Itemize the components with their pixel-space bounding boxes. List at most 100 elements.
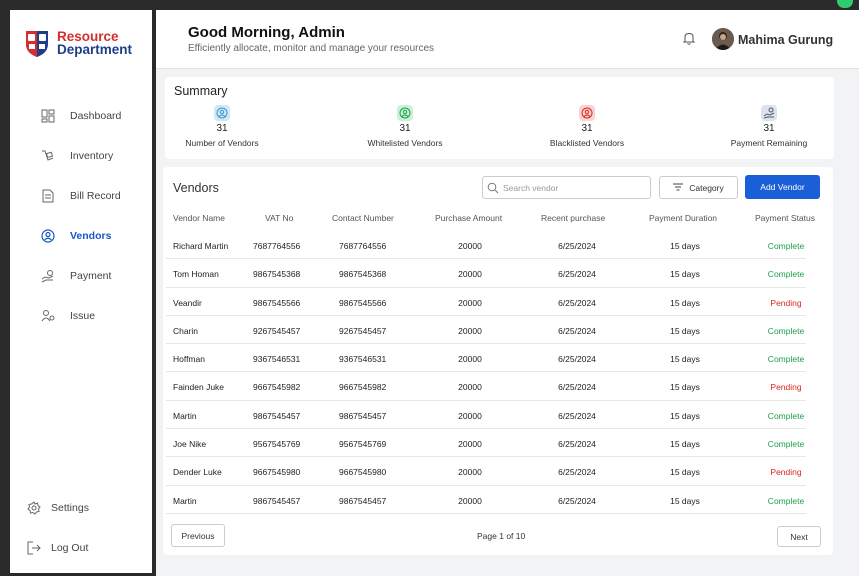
duration-cell: 15 days bbox=[670, 241, 700, 251]
status-badge: Complete bbox=[767, 354, 805, 365]
table-row[interactable]: Martin 9867545457 9867545457 20000 6/25/2024… bbox=[166, 401, 806, 430]
sidebar-item-inventory[interactable]: Inventory bbox=[40, 136, 121, 176]
user-name[interactable]: Mahima Gurung bbox=[738, 33, 833, 47]
status-badge: Pending bbox=[770, 297, 802, 308]
sidebar-item-settings[interactable]: Settings bbox=[26, 488, 89, 528]
amount-cell: 20000 bbox=[458, 325, 482, 336]
contact-cell: 9867545457 bbox=[339, 495, 387, 506]
vendor-name-cell: Martin bbox=[173, 495, 197, 506]
search-input[interactable]: Search vendor bbox=[482, 176, 651, 199]
table-header: Vendor Name VAT No Contact Number Purcha… bbox=[163, 213, 833, 227]
status-badge: Pending bbox=[770, 382, 802, 393]
vat-cell: 7687764556 bbox=[253, 241, 301, 251]
stat-label: Whitelisted Vendors bbox=[367, 138, 443, 148]
contact-cell: 9867545368 bbox=[339, 269, 387, 280]
sidebar-item-logout[interactable]: Log Out bbox=[26, 528, 89, 568]
contact-cell: 9867545566 bbox=[339, 297, 387, 308]
duration-cell: 15 days bbox=[670, 410, 700, 421]
add-vendor-button[interactable]: Add Vendor bbox=[745, 175, 820, 199]
brand-line2: Department bbox=[57, 42, 133, 57]
brand[interactable]: Resource Department bbox=[24, 28, 132, 58]
date-cell: 6/25/2024 bbox=[558, 495, 596, 506]
table-row[interactable]: Tom Homan 9867545368 9867545368 20000 6/25/2… bbox=[166, 259, 806, 288]
page-subtitle: Efficiently allocate, monitor and manage… bbox=[188, 43, 435, 54]
window-top-strip bbox=[0, 0, 859, 10]
sidebar-item-label: Vendors bbox=[70, 230, 112, 242]
sidebar-item-payment[interactable]: Payment bbox=[40, 256, 121, 296]
amount-cell: 20000 bbox=[458, 297, 482, 308]
table-row[interactable]: Fainden Juke 9667545982 9667545982 20000 6/2… bbox=[166, 372, 806, 401]
amount-cell: 20000 bbox=[458, 382, 482, 393]
amount-cell: 20000 bbox=[458, 354, 482, 365]
bell-icon[interactable] bbox=[682, 32, 696, 50]
vendor-name-cell: Martin bbox=[173, 410, 197, 421]
vendor-name-cell: Veandir bbox=[173, 297, 202, 308]
payment-stat-icon bbox=[761, 105, 777, 121]
top-header: Good Morning, Admin Efficiently allocate… bbox=[156, 10, 859, 69]
stat-value: 31 bbox=[763, 123, 775, 134]
amount-cell: 20000 bbox=[458, 439, 482, 450]
amount-cell: 20000 bbox=[458, 410, 482, 421]
stat-value: 31 bbox=[581, 123, 593, 134]
column-header: Vendor Name bbox=[173, 213, 225, 223]
vat-cell: 9867545368 bbox=[253, 269, 301, 280]
sidebar-item-vendors[interactable]: Vendors bbox=[40, 216, 121, 256]
sidebar-item-dashboard[interactable]: Dashboard bbox=[40, 96, 121, 136]
vat-cell: 9267545457 bbox=[253, 325, 301, 336]
summary-title: Summary bbox=[174, 84, 228, 98]
sidebar-item-bill-record[interactable]: Bill Record bbox=[40, 176, 121, 216]
gear-icon bbox=[26, 500, 42, 516]
total-pages: 10 bbox=[515, 531, 526, 541]
previous-button[interactable]: Previous bbox=[171, 524, 225, 547]
stat-label: Payment Remaining bbox=[730, 138, 808, 148]
table-row[interactable]: Veandir 9867545566 9867545566 20000 6/25/202… bbox=[166, 288, 806, 316]
stat-blacklisted-vendors: 31 Blacklisted Vendors bbox=[532, 105, 642, 148]
contact-cell: 9667545980 bbox=[339, 467, 387, 478]
duration-cell: 15 days bbox=[670, 439, 700, 450]
sidebar-item-issue[interactable]: Issue bbox=[40, 296, 121, 336]
status-badge: Complete bbox=[767, 439, 805, 450]
vendor-name-cell: Richard Martin bbox=[173, 241, 229, 251]
duration-cell: 15 days bbox=[670, 467, 700, 478]
duration-cell: 15 days bbox=[670, 495, 700, 506]
vat-cell: 9867545566 bbox=[253, 297, 301, 308]
payment-icon bbox=[40, 268, 56, 284]
whitelisted-stat-icon bbox=[397, 105, 413, 121]
duration-cell: 15 days bbox=[670, 354, 700, 365]
table-row[interactable]: Joe Nike 9567545769 9567545769 20000 6/25/20… bbox=[166, 429, 806, 458]
column-header: Recent purchase bbox=[541, 213, 606, 223]
sidebar-nav: Dashboard Inventory Bill Record Vendors … bbox=[40, 96, 121, 336]
category-filter-button[interactable]: Category bbox=[659, 176, 738, 199]
avatar[interactable] bbox=[712, 28, 734, 50]
date-cell: 6/25/2024 bbox=[558, 410, 596, 421]
vat-cell: 9867545457 bbox=[253, 410, 301, 421]
status-badge: Pending bbox=[770, 467, 802, 478]
column-header: Payment Status bbox=[755, 213, 816, 223]
table-row[interactable]: Hoffman 9367546531 9367546531 20000 6/25/202… bbox=[166, 344, 806, 373]
status-badge: Complete bbox=[767, 325, 805, 336]
status-badge: Complete bbox=[767, 241, 805, 251]
status-badge: Complete bbox=[767, 269, 805, 280]
column-header: VAT No bbox=[265, 213, 294, 223]
table-row[interactable]: Charin 9267545457 9267545457 20000 6/25/2024… bbox=[166, 316, 806, 345]
next-button[interactable]: Next bbox=[777, 526, 821, 547]
vat-cell: 9667545980 bbox=[253, 467, 301, 478]
stat-value: 31 bbox=[399, 123, 411, 134]
column-header: Contact Number bbox=[332, 213, 394, 223]
date-cell: 6/25/2024 bbox=[558, 439, 596, 450]
search-placeholder: Search vendor bbox=[503, 182, 559, 193]
table-row[interactable]: Dender Luke 9667545980 9667545980 20000 6/25… bbox=[166, 457, 806, 486]
vendor-name-cell: Joe Nike bbox=[173, 439, 207, 450]
vendor-name-cell: Hoffman bbox=[173, 354, 205, 365]
status-dot bbox=[837, 0, 853, 8]
stat-label: Number of Vendors bbox=[185, 138, 259, 148]
date-cell: 6/25/2024 bbox=[558, 467, 596, 478]
sidebar-item-label: Log Out bbox=[51, 542, 89, 554]
duration-cell: 15 days bbox=[670, 382, 700, 393]
contact-cell: 7687764556 bbox=[339, 241, 387, 251]
table-row[interactable]: Richard Martin 7687764556 7687764556 20000 6… bbox=[166, 231, 806, 260]
filter-icon bbox=[673, 183, 684, 193]
date-cell: 6/25/2024 bbox=[558, 382, 596, 393]
table-row[interactable]: Martin 9867545457 9867545457 20000 6/25/2024… bbox=[166, 486, 806, 514]
duration-cell: 15 days bbox=[670, 325, 700, 336]
